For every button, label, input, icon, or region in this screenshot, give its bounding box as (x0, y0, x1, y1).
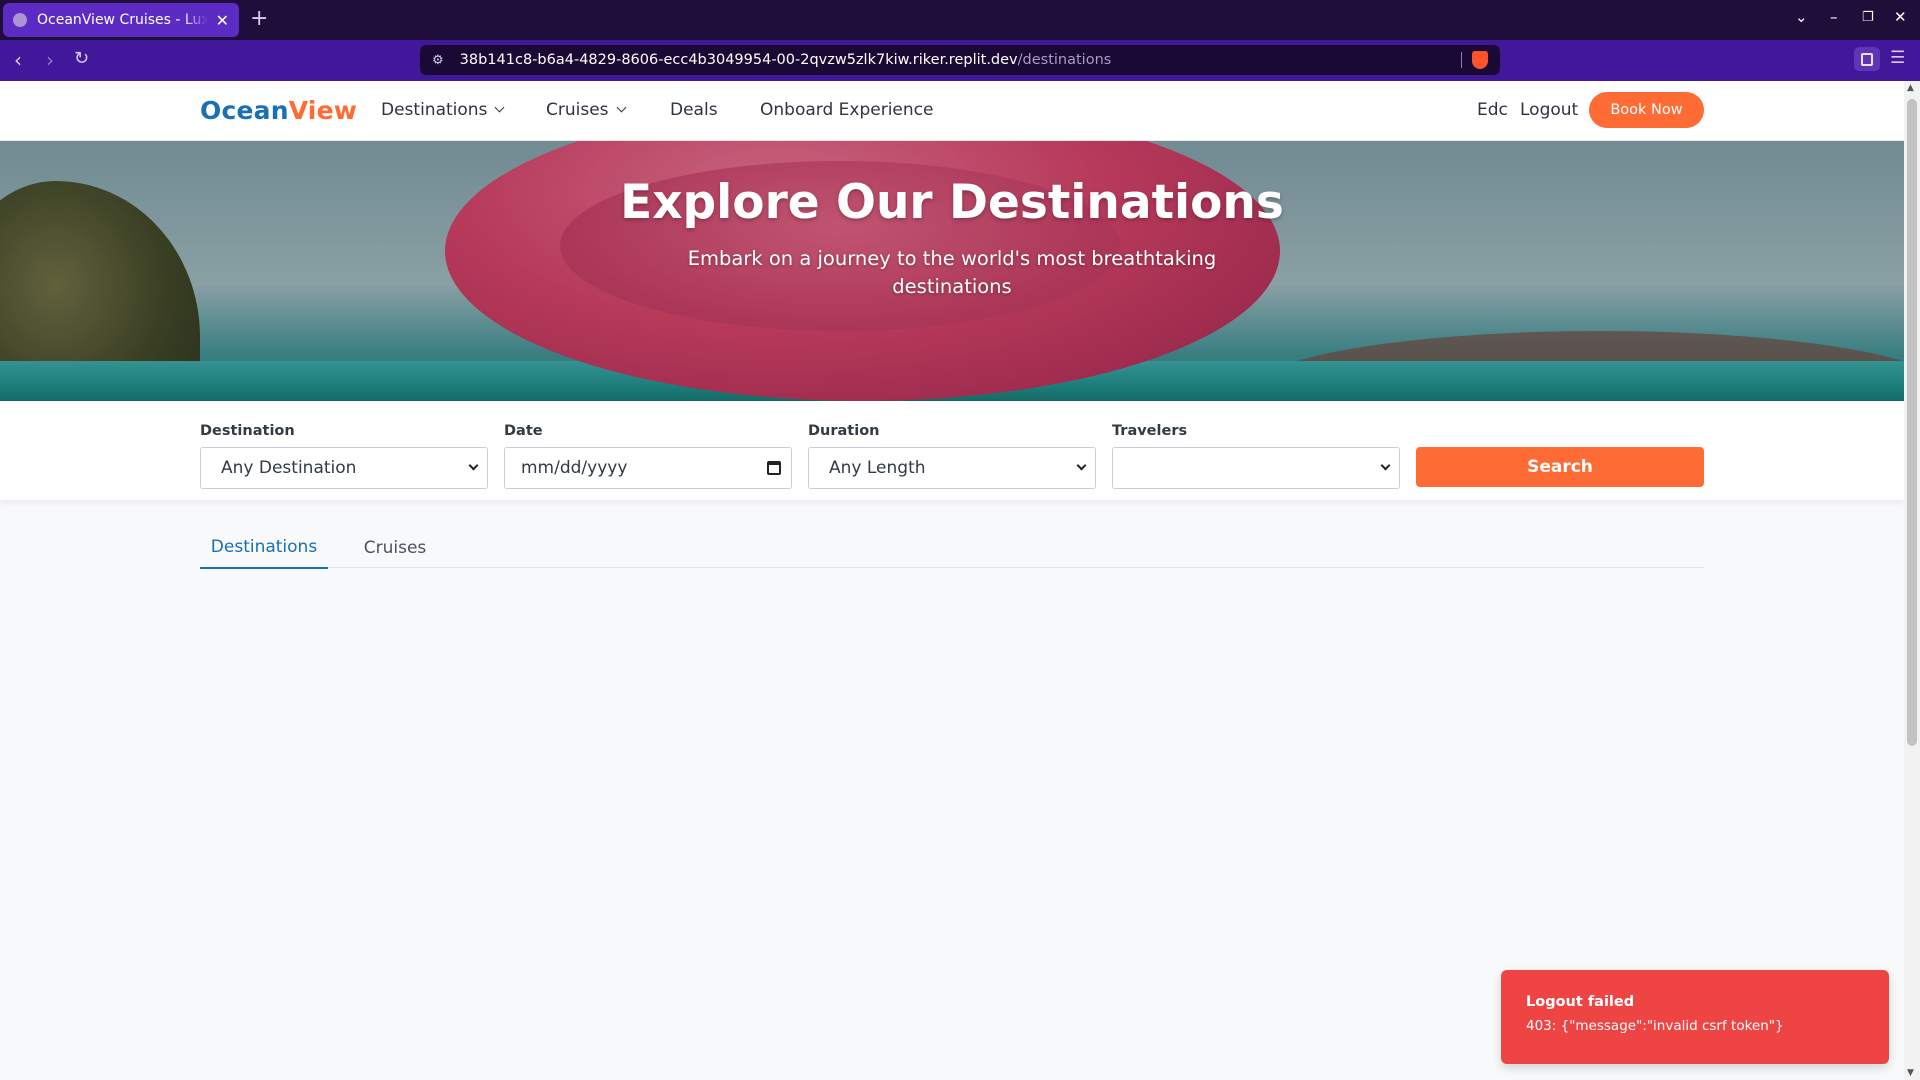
hero-title: Explore Our Destinations (620, 175, 1284, 230)
hero-subtitle: Embark on a journey to the world's most … (687, 247, 1217, 298)
minimize-icon[interactable]: – (1830, 8, 1838, 26)
error-toast[interactable]: Logout failed 403: {"message":"invalid c… (1501, 970, 1889, 1064)
search-panel: Destination Any Destination Date mm/dd/y… (0, 401, 1904, 500)
nav-cruises[interactable]: Cruises (546, 100, 626, 120)
logout-link[interactable]: Logout (1520, 100, 1578, 120)
duration-value: Any Length (829, 458, 926, 478)
brave-shield-icon[interactable] (1472, 51, 1488, 69)
new-tab-icon[interactable]: + (250, 6, 268, 31)
destination-label: Destination (200, 423, 295, 439)
date-value: mm/dd/yyyy (521, 458, 628, 478)
site-settings-icon[interactable]: ⚙ (432, 53, 444, 68)
browser-tab-bar: OceanView Cruises - Luxury Cruises ✕ + ⌄… (0, 0, 1920, 40)
logo-text-ocean: Ocean (200, 96, 289, 125)
content-tabs: Destinations Cruises (200, 527, 1704, 569)
chevron-down-icon (1380, 460, 1391, 471)
travelers-field: Travelers (1112, 423, 1400, 489)
url-path: /destinations (1017, 52, 1112, 68)
browser-tab[interactable]: OceanView Cruises - Luxury Cruises ✕ (3, 3, 239, 37)
toast-message: 403: {"message":"invalid csrf token"} (1526, 1018, 1784, 1034)
hero-banner: Explore Our Destinations Embark on a jou… (0, 141, 1904, 401)
maximize-icon[interactable]: ❐ (1862, 10, 1874, 25)
divider (1461, 52, 1462, 68)
page-viewport: OceanView Destinations Cruises Deals Onb… (0, 81, 1904, 1080)
address-bar[interactable]: ⚙ 38b141c8-b6a4-4829-8606-ecc4b3049954-0… (420, 45, 1500, 75)
browser-toolbar: ‹ › ↻ ⚙ 38b141c8-b6a4-4829-8606-ecc4b304… (0, 40, 1920, 81)
tab-cruises[interactable]: Cruises (348, 527, 442, 568)
destination-value: Any Destination (221, 458, 357, 478)
nav-destinations[interactable]: Destinations (381, 100, 505, 120)
window-close-icon[interactable]: ✕ (1894, 8, 1907, 26)
destination-field: Destination Any Destination (200, 423, 488, 489)
nav-cruises-label: Cruises (546, 100, 609, 120)
tab-destinations[interactable]: Destinations (200, 527, 328, 569)
destination-select[interactable]: Any Destination (200, 447, 488, 489)
chevron-down-icon (616, 102, 626, 113)
wallet-icon[interactable] (1854, 47, 1880, 71)
menu-icon[interactable]: ☰ (1890, 48, 1905, 68)
scrollbar-thumb[interactable] (1907, 99, 1917, 746)
travelers-select[interactable] (1112, 447, 1400, 489)
user-name[interactable]: Edc (1477, 100, 1508, 120)
nav-onboard-label: Onboard Experience (760, 100, 934, 120)
site-logo[interactable]: OceanView (200, 96, 357, 125)
back-icon[interactable]: ‹ (14, 48, 22, 72)
travelers-label: Travelers (1112, 423, 1188, 439)
site-header: OceanView Destinations Cruises Deals Onb… (0, 81, 1904, 141)
forward-icon[interactable]: › (46, 48, 54, 72)
close-tab-icon[interactable]: ✕ (216, 11, 229, 30)
duration-label: Duration (808, 423, 880, 439)
calendar-icon[interactable] (767, 461, 781, 475)
tab-list-chevron-icon[interactable]: ⌄ (1795, 8, 1808, 26)
scroll-up-icon[interactable]: ▲ (1907, 83, 1914, 93)
duration-field: Duration Any Length (808, 423, 1096, 489)
scroll-down-icon[interactable]: ▼ (1907, 1068, 1914, 1078)
logo-text-view: View (288, 96, 358, 125)
chevron-down-icon (468, 460, 479, 471)
tab-title: OceanView Cruises - Luxury Cruises (37, 12, 208, 28)
reload-icon[interactable]: ↻ (74, 48, 89, 69)
date-label: Date (504, 423, 543, 439)
date-input[interactable]: mm/dd/yyyy (504, 447, 792, 489)
nav-destinations-label: Destinations (381, 100, 488, 120)
page-scrollbar[interactable]: ▲ ▼ (1904, 81, 1920, 1080)
duration-select[interactable]: Any Length (808, 447, 1096, 489)
chevron-down-icon (1076, 460, 1087, 471)
book-now-button[interactable]: Book Now (1589, 92, 1704, 128)
url-host: 38b141c8-b6a4-4829-8606-ecc4b3049954-00-… (459, 52, 1018, 68)
nav-onboard-experience[interactable]: Onboard Experience (760, 100, 933, 120)
toast-title: Logout failed (1526, 994, 1635, 1010)
chevron-down-icon (494, 102, 505, 113)
nav-deals-label: Deals (670, 100, 718, 120)
date-field: Date mm/dd/yyyy (504, 423, 792, 489)
nav-deals[interactable]: Deals (670, 100, 718, 120)
search-button[interactable]: Search (1416, 447, 1704, 487)
globe-icon (13, 13, 27, 27)
